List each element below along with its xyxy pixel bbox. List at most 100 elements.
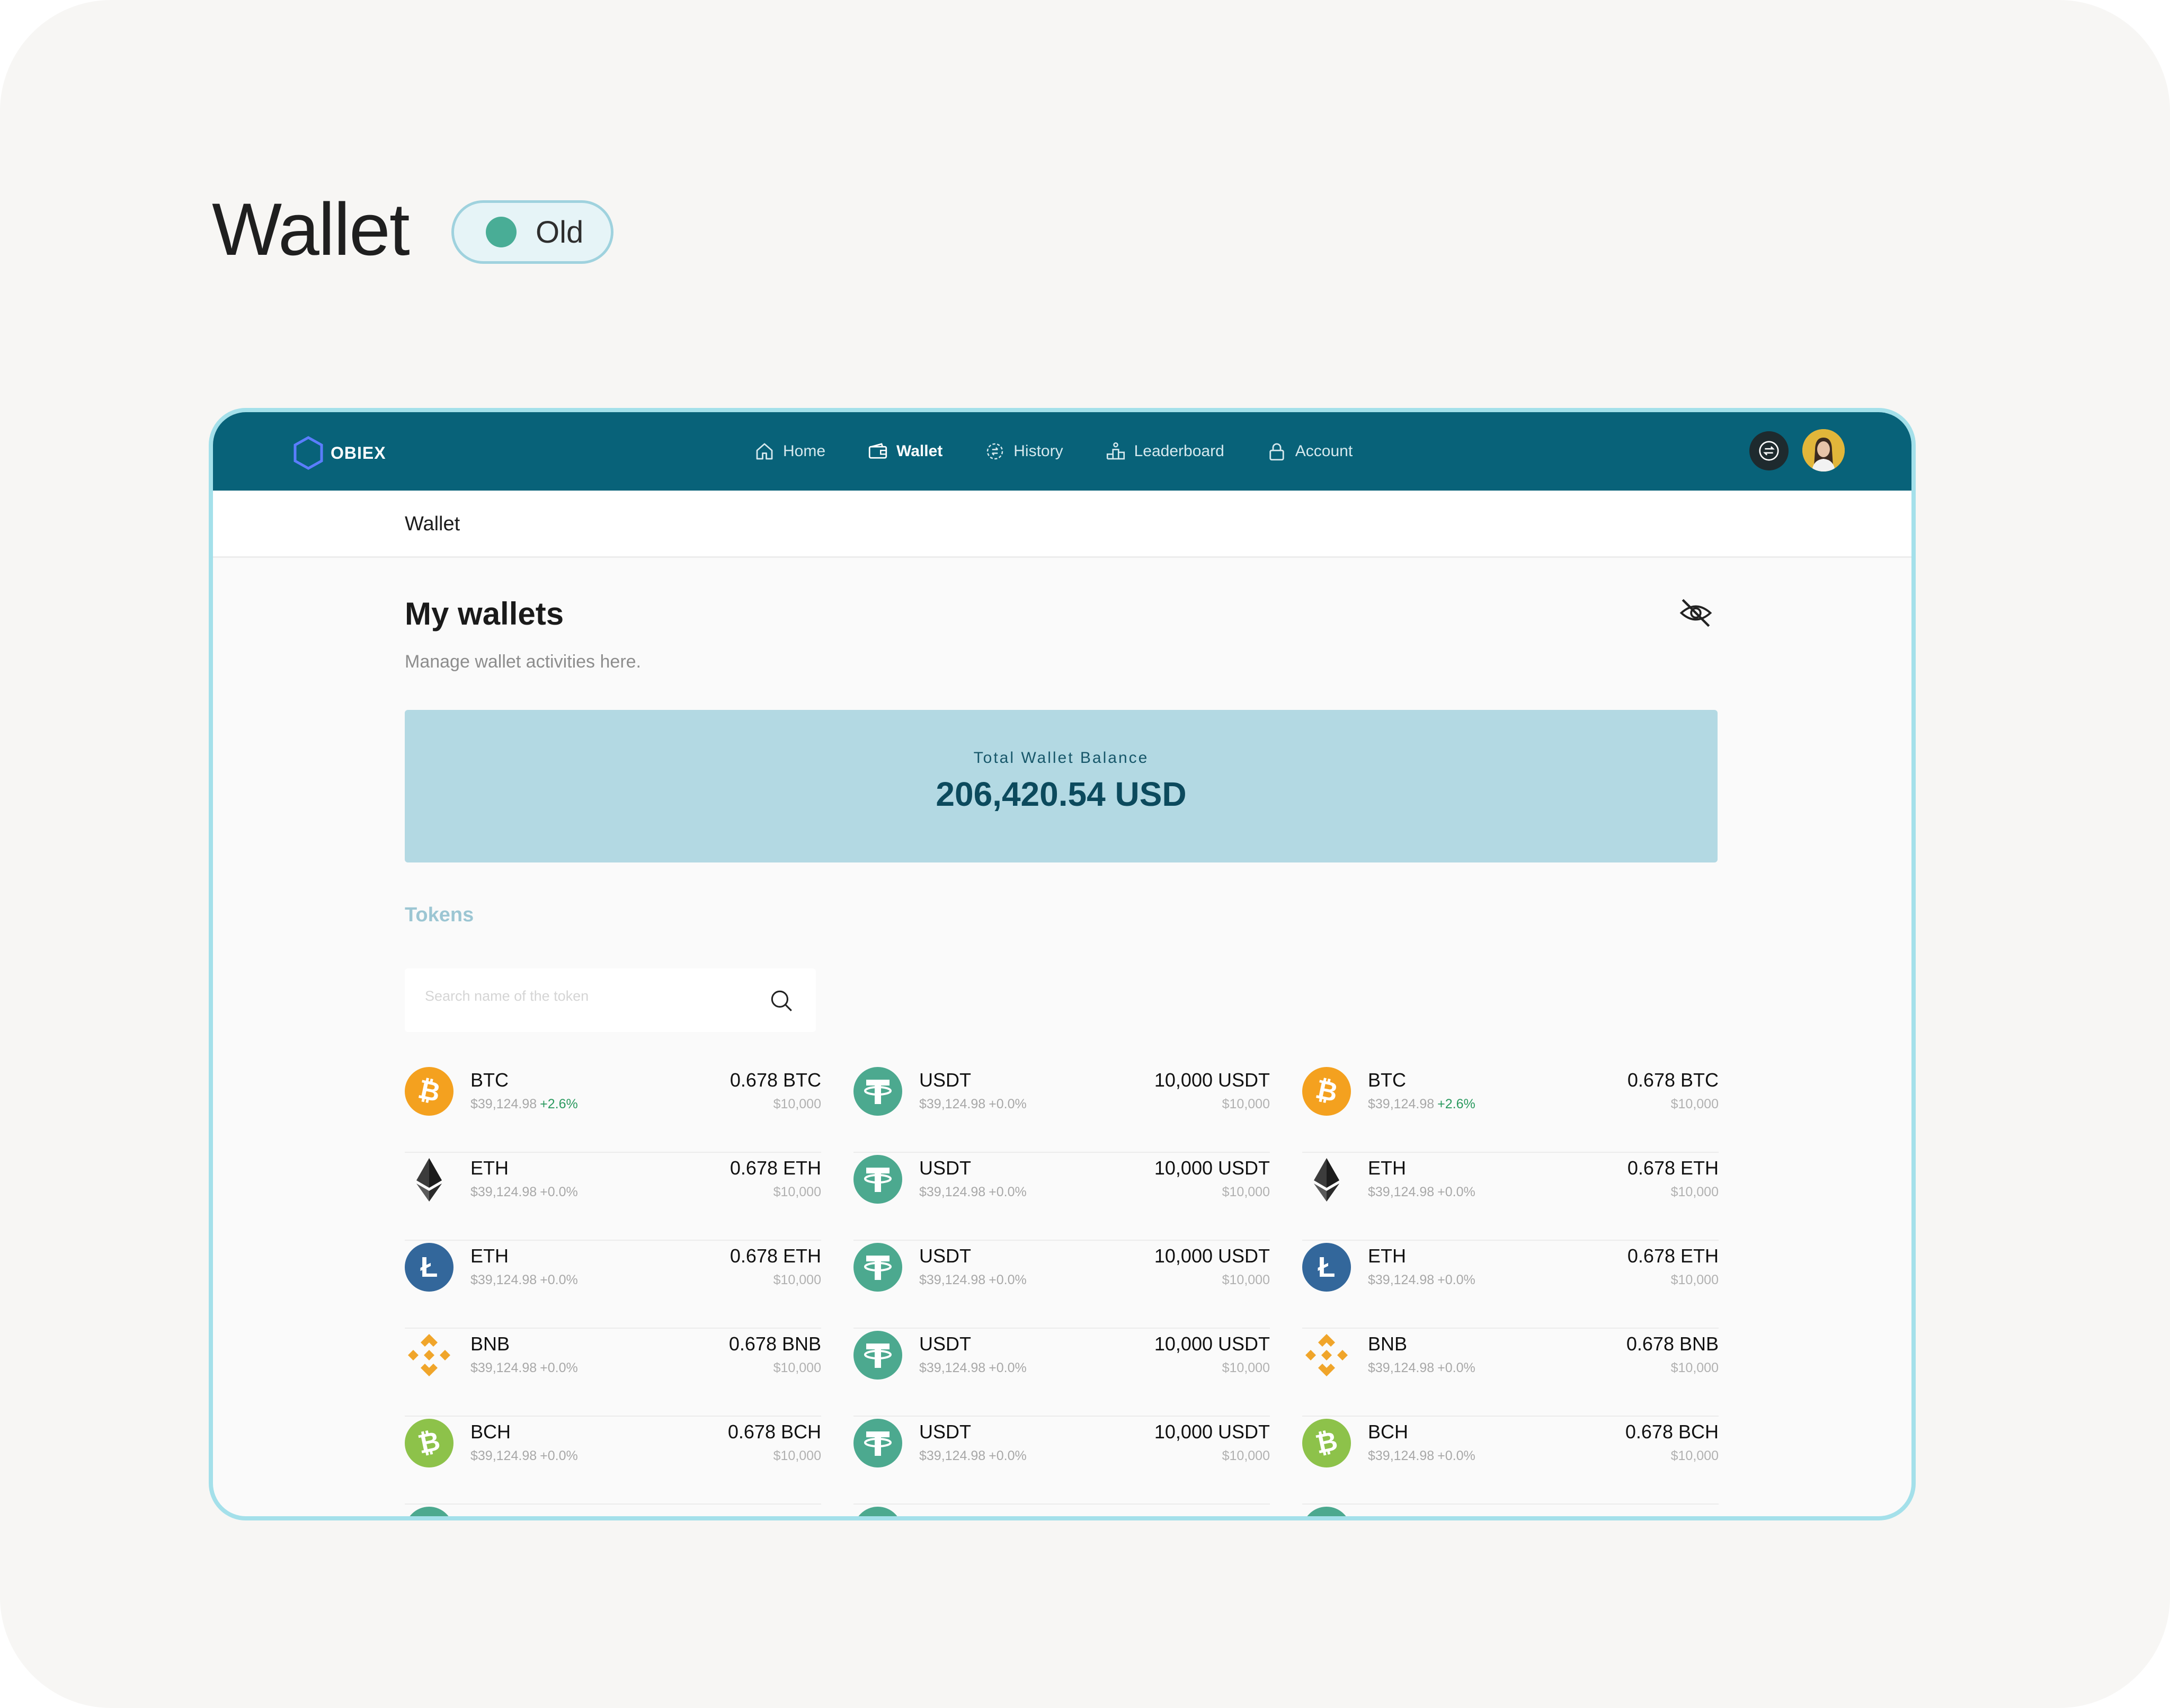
token-price-value: $39,124.98 bbox=[470, 1273, 537, 1287]
token-row[interactable]: ₿ BCH $39,124.98 +0.0% 0.678 BCH $10,000 bbox=[1302, 1417, 1719, 1505]
token-price: $39,124.98 +0.0% bbox=[919, 1360, 1027, 1376]
token-usd-value: $10,000 bbox=[773, 1360, 821, 1375]
token-name: BTC bbox=[470, 1069, 509, 1091]
bitcoin-cash-icon: ₿ bbox=[405, 1419, 453, 1467]
svg-text:Ł: Ł bbox=[1318, 1251, 1336, 1283]
token-amount: 0.678 ETH bbox=[1627, 1157, 1719, 1179]
token-change: +0.0% bbox=[540, 1273, 578, 1287]
nav-item-history[interactable]: History bbox=[984, 440, 1063, 462]
token-row[interactable]: ETH $39,124.98 +0.0% 0.678 ETH $10,000 bbox=[405, 1153, 821, 1241]
token-price: $39,124.98 +2.6% bbox=[1368, 1097, 1475, 1112]
token-row[interactable]: Ł ETH $39,124.98 +0.0% 0.678 ETH $10,000 bbox=[405, 1241, 821, 1329]
token-price: $39,124.98 +0.0% bbox=[919, 1185, 1027, 1200]
token-name: ETH bbox=[1368, 1245, 1406, 1267]
token-usd-value: $10,000 bbox=[1222, 1097, 1270, 1111]
token-price: $39,124.98 +0.0% bbox=[1368, 1448, 1475, 1464]
tokens-heading: Tokens bbox=[405, 904, 474, 926]
token-usd-value: $10,000 bbox=[1222, 1273, 1270, 1287]
main-nav: Home Wallet History Leaderboard Account bbox=[753, 434, 1394, 468]
token-amount: 0.678 BTC bbox=[1627, 1069, 1719, 1091]
token-amount: 0.678 ETH bbox=[730, 1157, 821, 1179]
token-price: $39,124.98 +0.0% bbox=[919, 1448, 1027, 1464]
bitcoin-icon: ₿ bbox=[1302, 1067, 1351, 1116]
nav-item-label: Home bbox=[783, 442, 826, 460]
tether-icon bbox=[853, 1419, 902, 1467]
token-change: +2.6% bbox=[540, 1097, 578, 1111]
token-change: +0.0% bbox=[540, 1185, 578, 1199]
swap-button[interactable] bbox=[1749, 431, 1789, 470]
token-row[interactable]: USDT $39,124.98 +0.0% 10,000 USDT $10,000 bbox=[853, 1153, 1270, 1241]
nav-item-leaderboard[interactable]: Leaderboard bbox=[1105, 440, 1224, 462]
token-price: $39,124.98 +0.0% bbox=[1368, 1185, 1475, 1200]
token-name: BTC bbox=[1368, 1069, 1406, 1091]
nav-item-label: Wallet bbox=[896, 442, 943, 460]
search-icon[interactable] bbox=[768, 988, 795, 1014]
brand-logo[interactable]: OBIEX bbox=[292, 435, 386, 470]
token-change: +0.0% bbox=[989, 1097, 1027, 1111]
token-price-value: $39,124.98 bbox=[919, 1360, 986, 1375]
token-row[interactable]: ₿ BCH $39,124.98 +0.0% 0.678 BCH $10,000 bbox=[405, 1417, 821, 1505]
brand-name: OBIEX bbox=[331, 443, 386, 462]
nav-item-label: Account bbox=[1295, 442, 1353, 460]
token-change: +0.0% bbox=[989, 1448, 1027, 1463]
token-row-partial bbox=[1302, 1505, 1719, 1516]
tether-icon bbox=[853, 1067, 902, 1116]
token-name: USDT bbox=[919, 1245, 971, 1267]
token-amount: 10,000 USDT bbox=[1154, 1157, 1270, 1179]
token-row[interactable]: ₿ BTC $39,124.98 +2.6% 0.678 BTC $10,000 bbox=[1302, 1065, 1719, 1153]
nav-item-home[interactable]: Home bbox=[753, 440, 825, 462]
token-change: +2.6% bbox=[1437, 1097, 1475, 1111]
token-amount: 10,000 USDT bbox=[1154, 1069, 1270, 1091]
litecoin-icon: Ł bbox=[405, 1243, 453, 1292]
bnb-icon bbox=[1302, 1331, 1351, 1380]
token-price-value: $39,124.98 bbox=[919, 1097, 986, 1111]
nav-item-wallet[interactable]: Wallet bbox=[867, 440, 942, 462]
token-row[interactable]: BNB $39,124.98 +0.0% 0.678 BNB $10,000 bbox=[1302, 1329, 1719, 1417]
token-row[interactable]: ₿ BTC $39,124.98 +2.6% 0.678 BTC $10,000 bbox=[405, 1065, 821, 1153]
section-title: My wallets bbox=[405, 596, 564, 631]
token-name: USDT bbox=[919, 1069, 971, 1091]
token-usd-value: $10,000 bbox=[1670, 1185, 1719, 1199]
token-usd-value: $10,000 bbox=[773, 1273, 821, 1287]
nav-item-account[interactable]: Account bbox=[1266, 440, 1353, 462]
token-price-value: $39,124.98 bbox=[470, 1360, 537, 1375]
token-usd-value: $10,000 bbox=[1670, 1448, 1719, 1463]
search-input[interactable] bbox=[424, 988, 744, 1005]
token-price-value: $39,124.98 bbox=[919, 1185, 986, 1199]
token-row[interactable]: USDT $39,124.98 +0.0% 10,000 USDT $10,000 bbox=[853, 1065, 1270, 1153]
token-usd-value: $10,000 bbox=[1222, 1185, 1270, 1199]
token-row[interactable]: USDT $39,124.98 +0.0% 10,000 USDT $10,000 bbox=[853, 1417, 1270, 1505]
token-row[interactable]: Ł ETH $39,124.98 +0.0% 0.678 ETH $10,000 bbox=[1302, 1241, 1719, 1329]
tether-icon bbox=[853, 1155, 902, 1204]
balance-card: Total Wallet Balance 206,420.54 USD bbox=[405, 710, 1718, 862]
token-usd-value: $10,000 bbox=[773, 1097, 821, 1111]
token-amount: 0.678 ETH bbox=[730, 1245, 821, 1267]
hide-balance-icon[interactable] bbox=[1678, 595, 1713, 630]
token-change: +0.0% bbox=[989, 1360, 1027, 1375]
token-row[interactable]: USDT $39,124.98 +0.0% 10,000 USDT $10,000 bbox=[853, 1241, 1270, 1329]
token-price-value: $39,124.98 bbox=[919, 1273, 986, 1287]
avatar[interactable] bbox=[1802, 429, 1845, 472]
token-name: BNB bbox=[470, 1333, 510, 1355]
token-icon bbox=[405, 1507, 453, 1516]
token-row[interactable]: ETH $39,124.98 +0.0% 0.678 ETH $10,000 bbox=[1302, 1153, 1719, 1241]
token-change: +0.0% bbox=[1437, 1185, 1475, 1199]
token-name: ETH bbox=[1368, 1157, 1406, 1179]
history-icon bbox=[987, 443, 1003, 460]
litecoin-icon: Ł bbox=[1302, 1243, 1351, 1292]
tether-icon bbox=[853, 1243, 902, 1292]
nav-item-label: Leaderboard bbox=[1134, 442, 1224, 460]
token-row[interactable]: BNB $39,124.98 +0.0% 0.678 BNB $10,000 bbox=[405, 1329, 821, 1417]
token-price: $39,124.98 +0.0% bbox=[1368, 1360, 1475, 1376]
token-price-value: $39,124.98 bbox=[1368, 1097, 1435, 1111]
token-price-value: $39,124.98 bbox=[470, 1185, 537, 1199]
token-change: +0.0% bbox=[1437, 1360, 1475, 1375]
token-price: $39,124.98 +0.0% bbox=[919, 1273, 1027, 1288]
wallet-icon bbox=[868, 443, 887, 459]
token-price: $39,124.98 +0.0% bbox=[470, 1448, 578, 1464]
token-search bbox=[405, 968, 816, 1032]
bnb-icon bbox=[405, 1331, 453, 1380]
token-change: +0.0% bbox=[989, 1273, 1027, 1287]
token-list: ₿ BTC $39,124.98 +2.6% 0.678 BTC $10,000 ETH $3… bbox=[405, 1065, 1719, 1516]
token-row[interactable]: USDT $39,124.98 +0.0% 10,000 USDT $10,000 bbox=[853, 1329, 1270, 1417]
